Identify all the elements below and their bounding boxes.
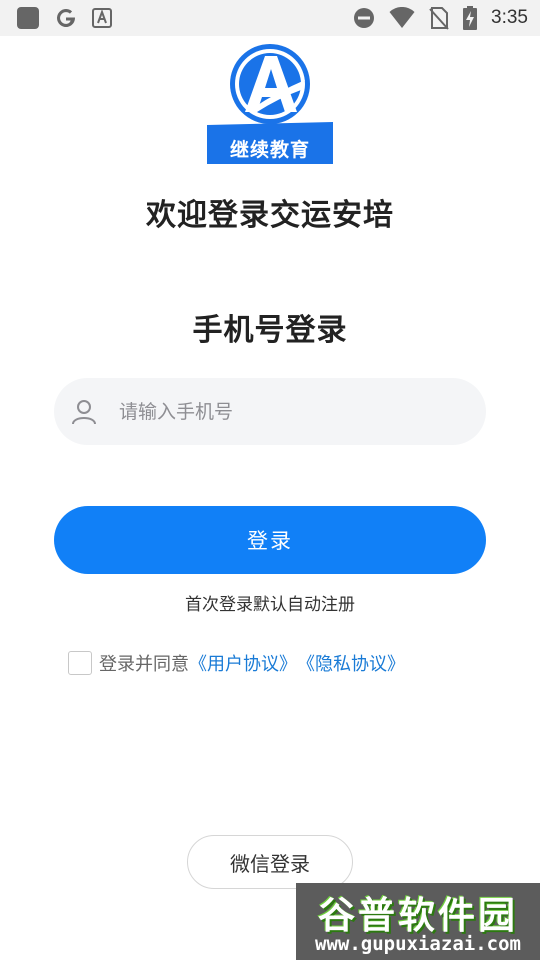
agreement-row: 登录并同意 《用户协议》 《隐私协议》 [68,650,405,676]
status-bar: 3:35 [0,0,540,36]
section-title: 手机号登录 [192,313,348,348]
no-sim-icon [429,6,449,30]
wechat-login-button[interactable]: 微信登录 [187,835,353,889]
privacy-policy-link[interactable]: 《隐私协议》 [297,650,405,676]
phone-input[interactable] [119,400,449,423]
watermark: 谷普软件园 www.gupuxiazai.com [296,883,540,960]
logo-text: 继续教育 [229,139,310,161]
status-bar-left [16,6,112,30]
app-square-icon [16,6,40,30]
auto-register-note: 首次登录默认自动注册 [185,595,355,615]
user-agreement-link[interactable]: 《用户协议》 [189,650,297,676]
agreement-prefix: 登录并同意 [99,654,189,675]
welcome-title: 欢迎登录交运安培 [146,198,394,233]
status-time: 3:35 [491,7,528,28]
login-screen: 3:35 继续教育 欢迎登录交运安培 手机号登录 登录 首次登录默认自动注册 登… [0,0,540,960]
login-button[interactable]: 登录 [54,506,486,574]
phone-field[interactable] [54,378,486,445]
status-bar-right: 3:35 [353,6,528,30]
user-icon [71,399,97,425]
do-not-disturb-icon [353,7,375,29]
font-a-icon [92,8,112,28]
watermark-title: 谷普软件园 [318,894,518,937]
watermark-url: www.gupuxiazai.com [315,933,521,955]
app-logo: 继续教育 [205,42,335,165]
wifi-icon [389,7,415,29]
agreement-checkbox[interactable] [68,651,92,675]
google-icon [54,6,78,30]
battery-charging-icon [463,6,478,30]
